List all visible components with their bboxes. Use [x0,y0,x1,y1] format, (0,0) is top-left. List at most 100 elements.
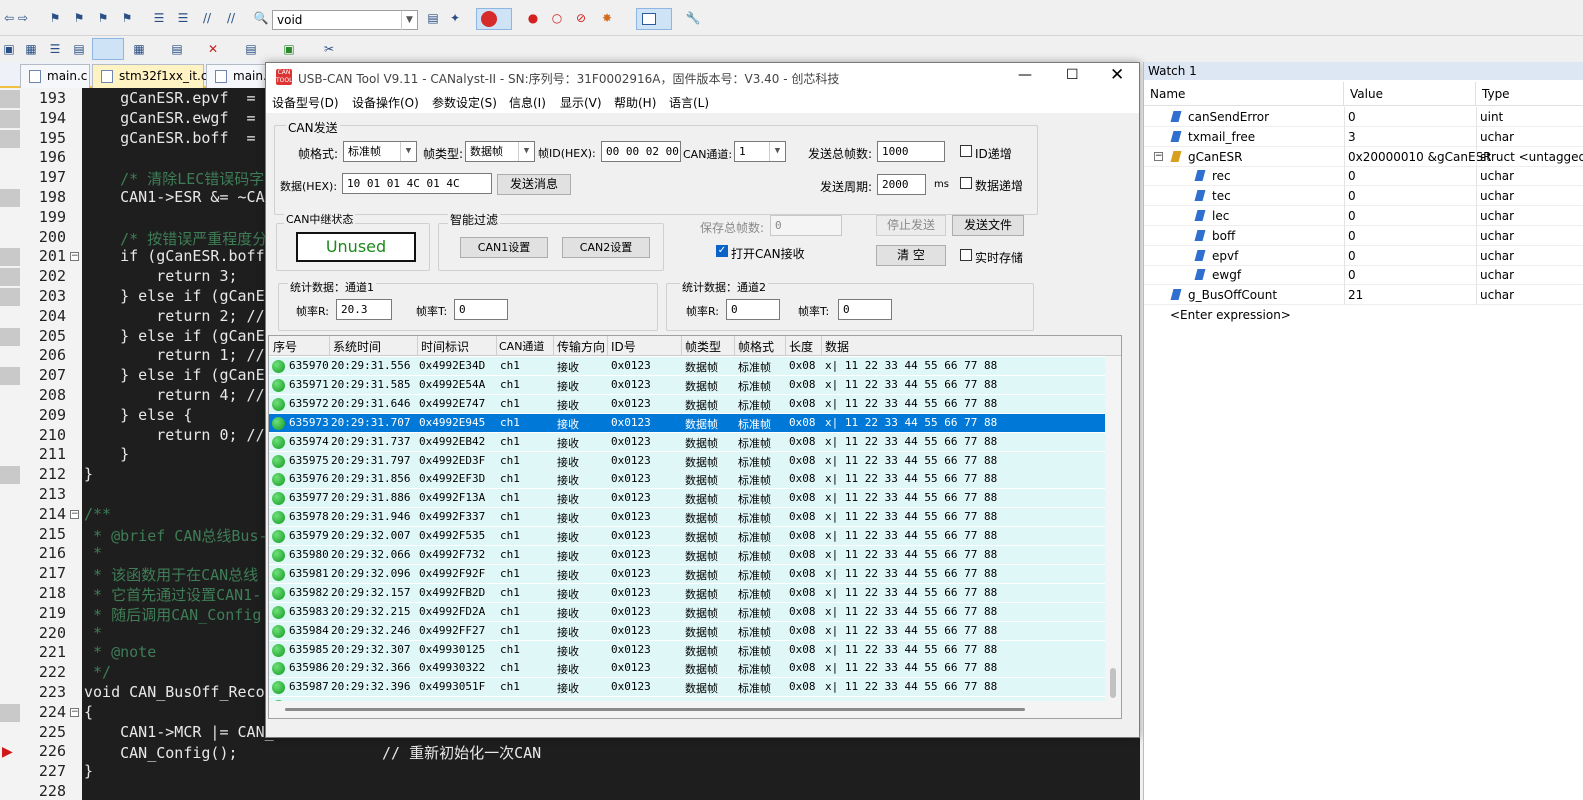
col-header-data[interactable]: 数据 [825,338,849,355]
fold-toggle-icon[interactable]: − [70,509,79,519]
column-divider[interactable] [821,336,822,356]
current-line-arrow-icon[interactable]: ▶ [2,744,13,760]
col-header-direction[interactable]: 传输方向 [557,338,605,355]
code-line[interactable]: * [84,544,102,562]
trace-window-icon[interactable]: ▤ [242,40,260,58]
kill-breakpoints-icon[interactable]: ✸ [598,9,616,27]
disassembly-icon[interactable]: ▦ [22,40,40,58]
config-combo[interactable]: void ▼ [272,10,418,30]
watch-row[interactable]: txmail_free 3 uchar [1144,126,1583,147]
table-row[interactable]: 635975 20:29:31.797 0x4992ED3F ch1 接收 0x0123 数… [269,451,1121,471]
watch-col-name[interactable]: Name [1144,82,1344,106]
table-row[interactable]: 635981 20:29:32.096 0x4992F92F ch1 接收 0x0123 数… [269,564,1121,584]
system-viewer-icon[interactable]: ▣ [280,40,298,58]
toolbox-icon[interactable]: ✂ [320,40,338,58]
id-increment-checkbox[interactable] [960,145,972,157]
col-header-length[interactable]: 长度 [789,338,813,355]
watch-row[interactable]: epvf 0 uchar [1144,245,1583,266]
col-header-frame-type[interactable]: 帧类型 [685,338,721,355]
table-row[interactable]: 635974 20:29:31.737 0x4992EB42 ch1 接收 0x0123 数… [269,432,1121,452]
col-header-index[interactable]: 序号 [273,338,297,355]
table-row[interactable]: 635979 20:29:32.007 0x4992F535 ch1 接收 0x0123 数… [269,527,1121,547]
code-line[interactable]: } [84,445,129,463]
code-line[interactable]: void CAN_BusOff_Recov [84,683,274,701]
vertical-scrollbar[interactable] [1105,356,1121,701]
frame-id-input[interactable]: 00 00 02 00 [601,141,681,162]
watch-row[interactable]: boff 0 uchar [1144,225,1583,246]
debug-session-button[interactable] [476,8,512,30]
code-line[interactable]: } else if (gCanES [84,327,274,345]
column-divider[interactable] [734,336,735,356]
data-hex-input[interactable]: 10 01 01 4C 01 4C [342,173,492,194]
next-bookmark-icon[interactable]: ⚑ [94,9,112,27]
serial-window-icon[interactable]: ▤ [168,40,186,58]
open-can-receive-checkbox[interactable]: ✓ [716,245,728,257]
maximize-icon[interactable]: ☐ [1066,67,1079,83]
tab-stm32f1xx-it-c[interactable]: stm32f1xx_it.c [92,64,207,88]
code-line[interactable]: /* 清除LEC错误码字 [84,168,264,189]
can2-settings-button[interactable]: CAN2设置 [562,237,650,258]
clear-button[interactable]: 清 空 [876,245,946,266]
col-header-id[interactable]: ID号 [611,338,636,355]
menu-device-model[interactable]: 设备型号(D) [272,94,339,111]
can-message-grid[interactable]: 序号 系统时间 时间标识 CAN通道 传输方向 ID号 帧类型 帧格式 长度 数… [268,335,1122,719]
table-row[interactable]: 635970 20:29:31.556 0x4992E34D ch1 接收 0x0123 数… [269,357,1121,376]
minimize-icon[interactable]: — [1018,67,1032,83]
horizontal-scrollbar[interactable] [269,701,1121,718]
column-divider[interactable] [553,336,554,356]
watch-window-button[interactable] [92,38,124,60]
can-channel-select[interactable]: 1 ▼ [734,141,786,162]
watch-row[interactable]: lec 0 uchar [1144,206,1583,226]
code-line[interactable]: return 1; // [84,346,264,364]
watch-row[interactable]: − gCanESR 0x20000010 &gCanESR struct <untag… [1144,146,1583,167]
indent-icon[interactable]: ☰ [150,9,168,27]
table-row[interactable]: 635971 20:29:31.585 0x4992E54A ch1 接收 0x0123 数… [269,375,1121,395]
horizontal-scrollbar-thumb[interactable] [285,708,1025,711]
table-row[interactable]: 635986 20:29:32.366 0x49930322 ch1 接收 0x0123 数… [269,659,1121,679]
table-row[interactable]: 635972 20:29:31.646 0x4992E747 ch1 接收 0x0123 数… [269,394,1121,414]
expand-toggle-icon[interactable]: − [1154,151,1163,161]
col-header-timestamp[interactable]: 时间标识 [421,338,469,355]
close-icon[interactable]: ✕ [1110,65,1124,85]
stop-send-button[interactable]: 停止发送 [876,215,946,236]
col-header-can-channel[interactable]: CAN通道 [499,338,544,354]
disable-breakpoint-icon[interactable]: ○ [548,9,566,27]
analysis-window-icon[interactable]: ✕ [204,40,222,58]
table-row[interactable]: 635983 20:29:32.215 0x4992FD2A ch1 接收 0x0123 数… [269,602,1121,622]
watch-col-type[interactable]: Type [1476,82,1583,106]
symbols-icon[interactable]: ☰ [46,40,64,58]
column-divider[interactable] [785,336,786,356]
window-layout-button[interactable] [636,8,672,30]
find-in-files-icon[interactable]: 🔍 [252,9,270,27]
realtime-save-checkbox[interactable] [960,249,972,261]
table-row[interactable]: 635985 20:29:32.307 0x49930125 ch1 接收 0x0123 数… [269,640,1121,660]
code-line[interactable]: } else if (gCanES [84,287,274,305]
watch-row[interactable]: rec 0 uchar [1144,166,1583,187]
registers-icon[interactable]: ▤ [70,40,88,58]
code-line[interactable]: } [84,465,93,483]
code-line[interactable]: */ [84,663,111,681]
send-message-button[interactable]: 发送消息 [497,174,571,195]
code-line[interactable]: gCanESR.boff = [84,129,265,147]
fold-toggle-icon[interactable]: − [70,707,79,717]
code-line[interactable]: return 2; // [84,307,264,325]
find-icon[interactable]: ▤ [424,9,442,27]
column-divider[interactable] [329,336,330,356]
col-header-frame-format[interactable]: 帧格式 [738,338,774,355]
code-line[interactable]: * 该函数用于在CAN总线 [84,564,258,585]
bookmark-icon[interactable]: ⚑ [46,9,64,27]
menu-info[interactable]: 信息(I) [509,94,546,111]
code-line[interactable]: return 3; [84,267,237,285]
table-row[interactable]: 635973 20:29:31.707 0x4992E945 ch1 接收 0x0123 数… [269,413,1121,433]
watch-row[interactable]: tec 0 uchar [1144,186,1583,207]
code-line[interactable]: } else if (gCanES [84,366,274,384]
watch-row[interactable]: ewgf 0 uchar [1144,265,1583,286]
enter-expression-field[interactable]: <Enter expression> [1170,308,1291,322]
code-line[interactable]: * 它首先通过设置CAN1- [84,584,261,605]
send-period-input[interactable]: 2000 [877,174,926,195]
code-line[interactable]: gCanESR.epvf = [84,89,265,107]
column-divider[interactable] [496,336,497,356]
disable-all-breakpoints-icon[interactable]: ⊘ [572,9,590,27]
code-line[interactable]: { [84,703,93,721]
code-line[interactable]: CAN_Config(); // 重新初始化一次CAN [84,742,541,763]
